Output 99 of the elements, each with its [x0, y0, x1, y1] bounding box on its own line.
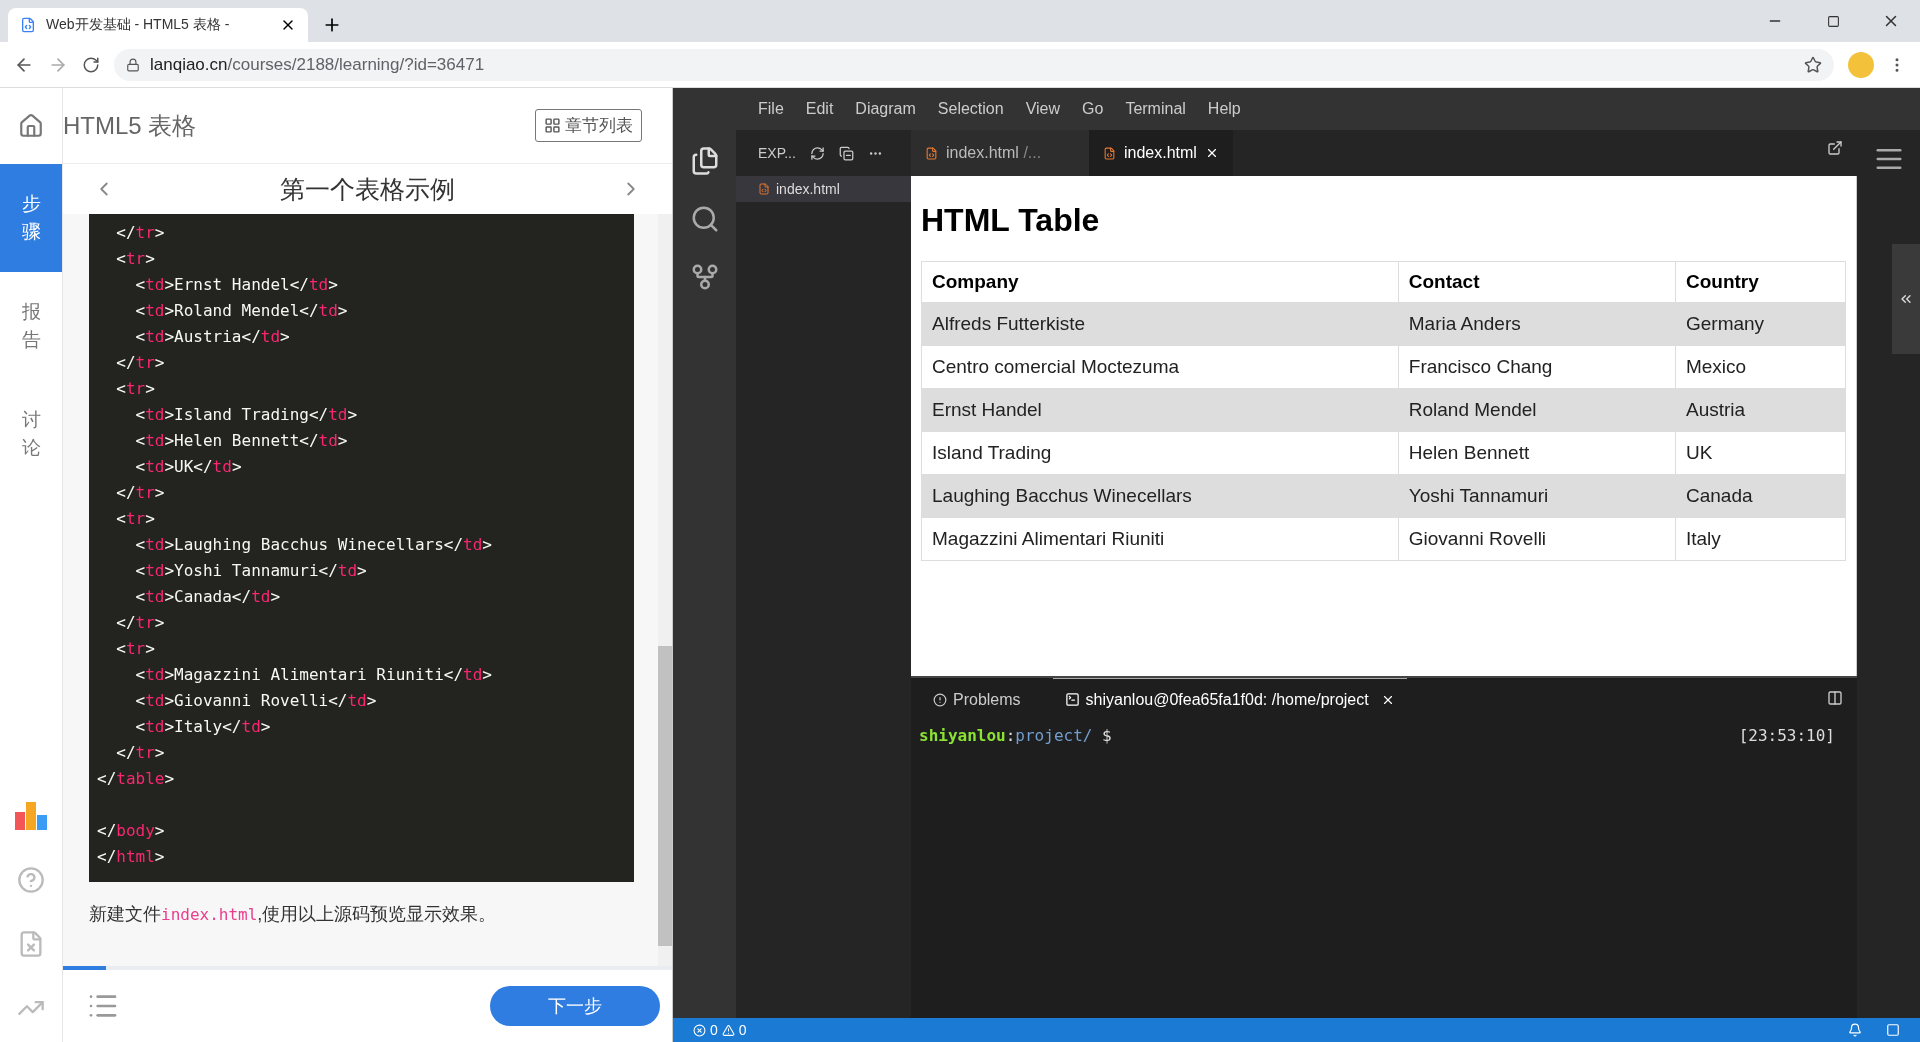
table-cell: Canada: [1675, 474, 1846, 518]
lock-icon: [126, 57, 140, 72]
table-cell: Austria: [1675, 388, 1846, 432]
collapse-all-icon[interactable]: [838, 145, 854, 161]
table-cell: Maria Anders: [1398, 302, 1676, 346]
menu-item[interactable]: Help: [1196, 100, 1252, 118]
refresh-icon[interactable]: [809, 145, 825, 161]
rail-tab[interactable]: 讨论: [0, 380, 62, 488]
code-line: </tr>: [115, 222, 166, 244]
code-line: <td>Yoshi Tannamuri</td>: [134, 560, 368, 582]
home-icon[interactable]: [18, 113, 44, 139]
code-line: <td>Austria</td>: [134, 326, 291, 348]
editor-tab[interactable]: index.html /...: [911, 130, 1089, 176]
menu-item[interactable]: View: [1014, 100, 1072, 118]
html-file-icon: [925, 146, 938, 160]
next-step-button[interactable]: 下一步: [490, 986, 660, 1026]
code-line: </tr>: [115, 482, 166, 504]
ranking-podium-icon[interactable]: [15, 802, 47, 830]
terminal-time: [23:53:10]: [1738, 726, 1835, 747]
table-cell: Ernst Handel: [921, 388, 1399, 432]
code-line: </body>: [97, 820, 166, 842]
code-line: </table>: [97, 768, 176, 790]
instruction-text: 新建文件index.html,使用以上源码预览显示效果。: [89, 903, 498, 926]
editor-tab[interactable]: index.html: [1089, 130, 1233, 176]
code-line: <td>Helen Bennett</td>: [134, 430, 349, 452]
table-cell: Giovanni Rovelli: [1398, 517, 1676, 561]
table-cell: Island Trading: [921, 431, 1399, 475]
table-cell: Magazzini Alimentari Riuniti: [921, 517, 1399, 561]
window-icon[interactable]: [1886, 1023, 1900, 1037]
code-line: </tr>: [115, 612, 166, 634]
menu-item[interactable]: Edit: [794, 100, 845, 118]
column-header: Company: [921, 261, 1399, 303]
table-cell: UK: [1675, 431, 1846, 475]
panel-tab[interactable]: Problems: [921, 678, 1033, 720]
code-line: </html>: [97, 846, 166, 868]
code-line: <td>Roland Mendel</td>: [134, 300, 349, 322]
warning-icon: [721, 1023, 735, 1037]
explorer-title: EXP...: [758, 145, 796, 161]
terminal-icon: [1064, 692, 1080, 707]
address-bar[interactable]: lanqiao.cn/courses/2188/learning/?id=36471: [114, 48, 1834, 81]
rail-tab[interactable]: 报告: [0, 272, 62, 380]
step-title: 第一个表格示例: [280, 173, 455, 205]
preview-heading: HTML Table: [921, 202, 1101, 239]
menu-item[interactable]: File: [747, 100, 795, 118]
table-cell: Laughing Bacchus Winecellars: [921, 474, 1399, 518]
error-icon: [693, 1023, 706, 1037]
course-title: HTML5 表格: [63, 110, 197, 141]
code-line: <tr>: [115, 378, 156, 400]
terminal-prompt: shiyanlou:project/ $: [919, 726, 1112, 747]
table-cell: Helen Bennett: [1398, 431, 1676, 475]
code-line: </tr>: [115, 352, 166, 374]
code-line: <td>Italy</td>: [134, 716, 272, 738]
code-line: <td>Giovanni Rovelli</td>: [134, 690, 378, 712]
html-file-icon: [758, 183, 770, 195]
code-line: <td>Laughing Bacchus Winecellars</td>: [134, 534, 493, 556]
alert-icon: [933, 692, 947, 707]
table-cell: Mexico: [1675, 345, 1846, 389]
code-line: <td>Island Trading</td>: [134, 404, 359, 426]
source-control-icon[interactable]: [689, 262, 720, 292]
column-header: Country: [1675, 261, 1846, 303]
scrollbar[interactable]: [658, 214, 672, 966]
panel-tab[interactable]: shiyanlou@0fea65fa1f0d: /home/project: [1052, 678, 1407, 720]
menu-item[interactable]: Go: [1071, 100, 1115, 118]
menu-item[interactable]: Diagram: [844, 100, 927, 118]
explorer-file[interactable]: index.html: [736, 176, 911, 202]
table-cell: Italy: [1675, 517, 1846, 561]
menu-item[interactable]: Selection: [926, 100, 1015, 118]
html-file-icon: [1103, 146, 1116, 160]
reload-icon[interactable]: [82, 55, 100, 74]
bookmark-star-icon[interactable]: [1804, 55, 1822, 74]
table-cell: Centro comercial Moctezuma: [921, 345, 1399, 389]
code-line: <td>UK</td>: [134, 456, 243, 478]
tab-title: Web开发基础 - HTML5 表格 -: [46, 16, 231, 34]
open-preview-icon[interactable]: [1827, 140, 1843, 156]
maximize-icon[interactable]: [1826, 14, 1840, 28]
notification-bell-icon[interactable]: [1848, 1023, 1862, 1037]
chapter-list-button[interactable]: 章节列表: [535, 109, 642, 142]
grid-icon: [544, 117, 561, 134]
collapse-handle[interactable]: [1892, 244, 1920, 354]
table-cell: Francisco Chang: [1398, 345, 1676, 389]
table-cell: Germany: [1675, 302, 1846, 346]
table-cell: Alfreds Futterkiste: [921, 302, 1399, 346]
menu-item[interactable]: Terminal: [1114, 100, 1197, 118]
code-line: <tr>: [115, 638, 156, 660]
code-line: <td>Canada</td>: [134, 586, 282, 608]
code-line: <tr>: [115, 508, 156, 530]
error-count: 0: [710, 1022, 718, 1038]
code-line: </tr>: [115, 742, 166, 764]
browser-tab[interactable]: Web开发基础 - HTML5 表格 -: [8, 8, 308, 42]
code-line: <td>Magazzini Alimentari Riuniti</td>: [134, 664, 493, 686]
code-line: <tr>: [115, 248, 156, 270]
code-line: <td>Ernst Handel</td>: [134, 274, 339, 296]
warning-count: 0: [738, 1022, 747, 1038]
rail-tab[interactable]: 步骤: [0, 164, 62, 272]
column-header: Contact: [1398, 261, 1676, 303]
table-cell: Roland Mendel: [1398, 388, 1676, 432]
site-icon: [20, 17, 36, 33]
split-panel-icon[interactable]: [1827, 690, 1843, 706]
table-cell: Yoshi Tannamuri: [1398, 474, 1676, 518]
